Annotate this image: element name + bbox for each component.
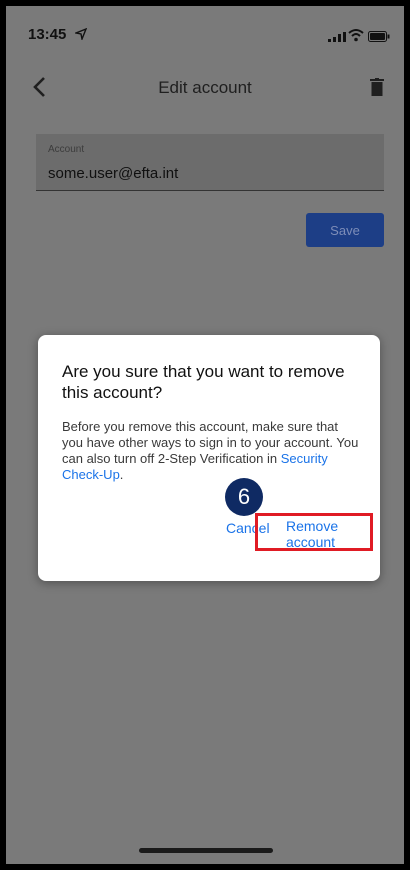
- account-label: Account: [48, 144, 85, 155]
- account-value[interactable]: some.user@efta.int: [48, 165, 178, 182]
- trash-icon[interactable]: [370, 78, 384, 96]
- battery-icon: [368, 31, 390, 42]
- dialog-title: Are you sure that you want to remove thi…: [62, 362, 345, 402]
- status-bar: 13:45: [6, 6, 404, 56]
- save-button[interactable]: Save: [306, 213, 384, 247]
- step-number-badge: 6: [225, 478, 263, 516]
- account-field[interactable]: Account some.user@efta.int: [36, 134, 384, 191]
- location-icon: [75, 28, 87, 40]
- highlight-box: [255, 513, 373, 551]
- screen: 13:45 Edit account Account some.user@eft…: [6, 6, 404, 864]
- wifi-icon: [348, 29, 364, 42]
- device-frame: 13:45 Edit account Account some.user@eft…: [0, 0, 410, 870]
- home-indicator: [139, 848, 273, 853]
- status-time: 13:45: [28, 26, 67, 43]
- signal-icon: [328, 32, 346, 42]
- dialog-body-suffix: .: [119, 467, 124, 482]
- page-title: Edit account: [158, 78, 252, 97]
- dialog-body: Before you remove this account, make sur…: [62, 419, 362, 483]
